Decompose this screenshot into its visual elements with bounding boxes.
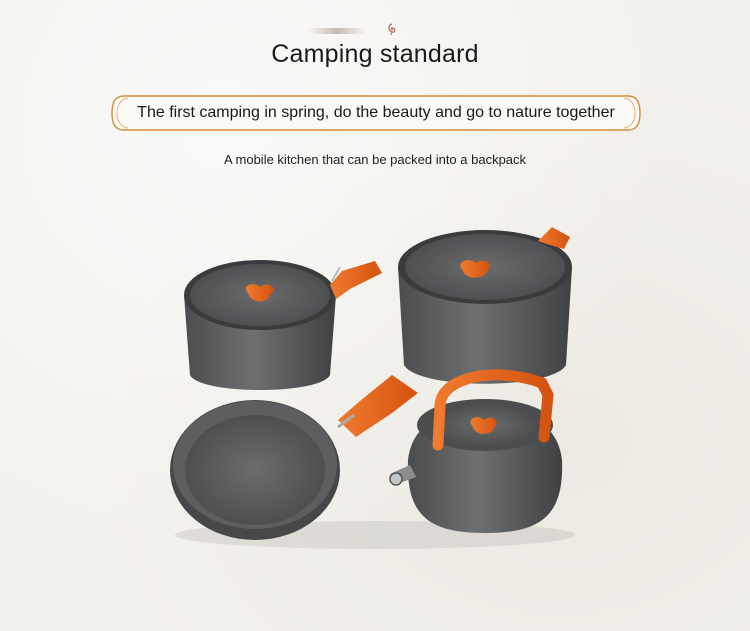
frying-pan (170, 375, 418, 540)
brush-stroke-icon (308, 28, 366, 34)
swirl-icon (388, 23, 396, 36)
kettle (389, 369, 563, 533)
page-title: Camping standard (271, 40, 479, 68)
banner: The first camping in spring, do the beau… (110, 94, 642, 132)
cookware-set-image (170, 227, 575, 549)
large-pot (398, 227, 572, 384)
banner-text: The first camping in spring, do the beau… (137, 104, 615, 121)
subtitle: A mobile kitchen that can be packed into… (223, 152, 527, 167)
small-pot (184, 260, 382, 390)
